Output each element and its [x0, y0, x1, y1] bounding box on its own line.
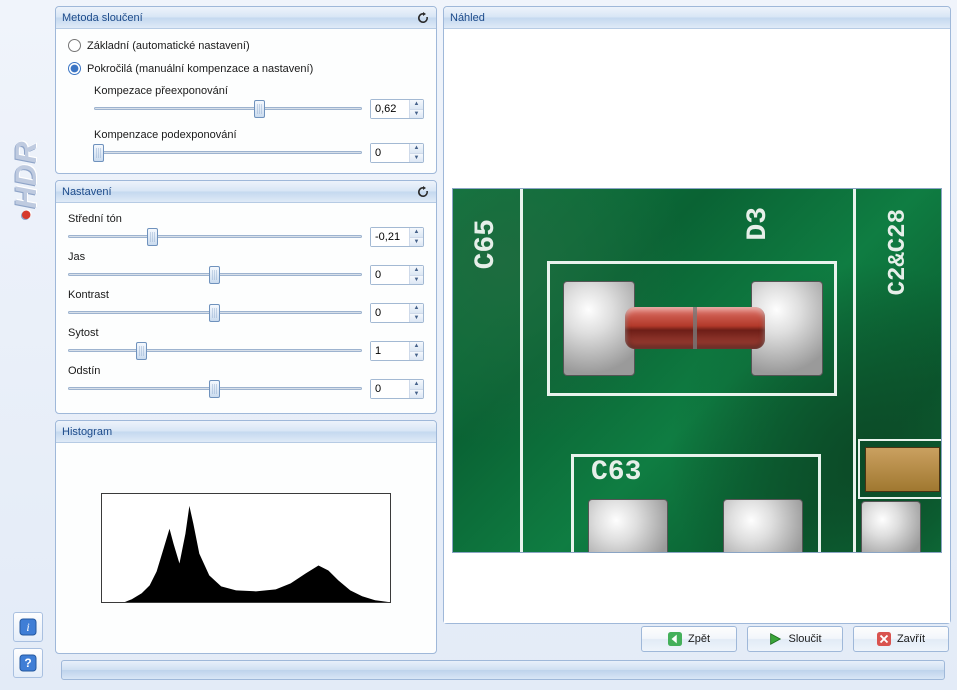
close-button[interactable]: Zavřít [853, 626, 949, 652]
help-button[interactable]: ? [13, 648, 43, 678]
settings-body: Střední tón▲▼Jas▲▼Kontrast▲▼Sytost▲▼Odst… [56, 203, 436, 413]
spin-up-icon[interactable]: ▲ [410, 342, 423, 352]
merge-button[interactable]: Sloučit [747, 626, 843, 652]
close-icon [877, 632, 891, 646]
brightness-label: Jas [68, 251, 424, 263]
reset-method-button[interactable] [416, 11, 430, 25]
contrast-spinner[interactable]: ▲▼ [370, 303, 424, 323]
overexp-label: Kompezace přeexponování [94, 85, 424, 97]
advanced-mode-radio[interactable]: Pokročilá (manuální kompenzace a nastave… [68, 62, 424, 75]
histogram-display [101, 493, 391, 603]
overexp-slider[interactable] [94, 99, 362, 119]
contrast-slider[interactable] [68, 303, 362, 323]
spin-up-icon[interactable]: ▲ [410, 380, 423, 390]
spin-up-icon[interactable]: ▲ [410, 304, 423, 314]
spin-up-icon[interactable]: ▲ [410, 266, 423, 276]
spin-down-icon[interactable]: ▼ [410, 276, 423, 285]
brightness-slider[interactable] [68, 265, 362, 285]
midtone-slider[interactable] [68, 227, 362, 247]
spin-down-icon[interactable]: ▼ [410, 314, 423, 323]
status-bar [61, 660, 945, 680]
merge-method-title: Metoda sloučení [62, 12, 143, 24]
histogram-panel: Histogram [55, 420, 437, 654]
merge-method-panel: Metoda sloučení Základní (automatické na… [55, 6, 437, 174]
preview-panel: Náhled C65 D3 C2&C [443, 6, 951, 624]
basic-mode-radio[interactable]: Základní (automatické nastavení) [68, 39, 424, 52]
hue-spinner[interactable]: ▲▼ [370, 379, 424, 399]
settings-panel: Nastavení Střední tón▲▼Jas▲▼Kontrast▲▼Sy… [55, 180, 437, 414]
spin-up-icon[interactable]: ▲ [410, 100, 423, 110]
info-icon: i [19, 618, 37, 636]
back-button[interactable]: Zpět [641, 626, 737, 652]
svg-text:?: ? [24, 656, 31, 670]
info-button[interactable]: i [13, 612, 43, 642]
underexp-spinner[interactable]: ▲▼ [370, 143, 424, 163]
back-arrow-icon [668, 632, 682, 646]
brightness-spinner[interactable]: ▲▼ [370, 265, 424, 285]
spin-down-icon[interactable]: ▼ [410, 154, 423, 163]
reset-settings-button[interactable] [416, 185, 430, 199]
preview-image: C65 D3 C2&C28 C63 [452, 188, 942, 553]
overexp-spinner[interactable]: ▲▼ [370, 99, 424, 119]
spin-down-icon[interactable]: ▼ [410, 238, 423, 247]
spin-up-icon[interactable]: ▲ [410, 228, 423, 238]
help-icon: ? [19, 654, 37, 672]
midtone-label: Střední tón [68, 213, 424, 225]
hue-label: Odstín [68, 365, 424, 377]
play-icon [768, 632, 782, 646]
contrast-label: Kontrast [68, 289, 424, 301]
spin-down-icon[interactable]: ▼ [410, 390, 423, 399]
saturation-spinner[interactable]: ▲▼ [370, 341, 424, 361]
settings-title: Nastavení [62, 186, 112, 198]
midtone-spinner[interactable]: ▲▼ [370, 227, 424, 247]
saturation-slider[interactable] [68, 341, 362, 361]
hue-slider[interactable] [68, 379, 362, 399]
histogram-title: Histogram [62, 426, 112, 438]
svg-text:i: i [26, 620, 29, 634]
refresh-icon [417, 186, 429, 198]
spin-down-icon[interactable]: ▼ [410, 110, 423, 119]
preview-title: Náhled [450, 12, 485, 24]
saturation-label: Sytost [68, 327, 424, 339]
refresh-icon [417, 12, 429, 24]
app-logo: •HDR [10, 140, 44, 220]
spin-up-icon[interactable]: ▲ [410, 144, 423, 154]
underexp-slider[interactable] [94, 143, 362, 163]
spin-down-icon[interactable]: ▼ [410, 352, 423, 361]
underexp-label: Kompenzace podexponování [94, 129, 424, 141]
